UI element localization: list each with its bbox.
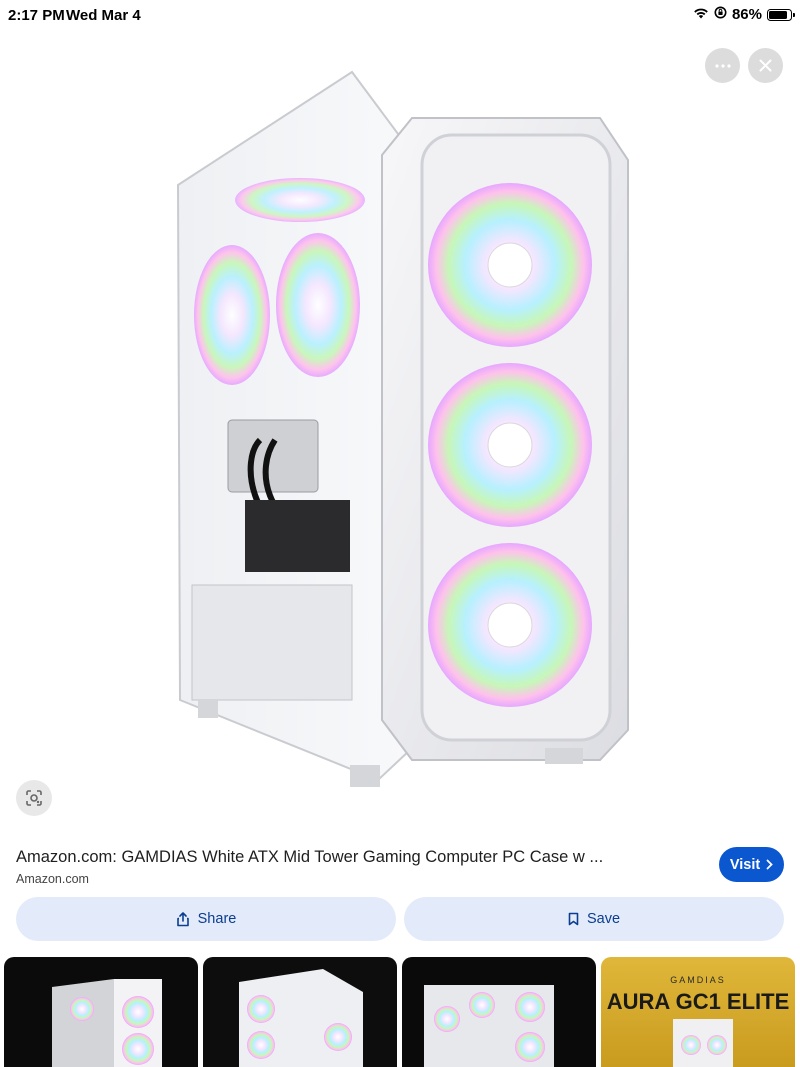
pc-case-thumbnail (239, 969, 363, 1067)
wifi-icon (693, 6, 709, 23)
related-image-thumbnail[interactable] (4, 957, 198, 1067)
status-bar: 2:17 PM Wed Mar 4 86% (0, 0, 800, 32)
status-time: 2:17 PM (8, 7, 65, 24)
pc-case-thumbnail (673, 1019, 733, 1067)
orientation-lock-icon (714, 6, 727, 23)
status-indicators: 86% (693, 6, 795, 23)
close-button[interactable] (748, 48, 783, 83)
close-icon (759, 59, 772, 72)
related-images-row: GAMDIAS AURA GC1 ELITE (4, 957, 800, 1067)
front-fans (428, 183, 592, 707)
pc-case-thumbnail (52, 979, 162, 1067)
case-foot (198, 700, 218, 718)
share-icon (176, 911, 189, 926)
battery-icon (767, 8, 795, 21)
status-date: Wed Mar 4 (66, 7, 141, 24)
visit-label: Visit (729, 856, 761, 873)
expansion-slots (245, 500, 350, 572)
result-title-link[interactable]: Amazon.com: GAMDIAS White ATX Mid Tower … (16, 848, 696, 867)
related-image-thumbnail[interactable] (203, 957, 397, 1067)
save-button[interactable]: Save (404, 897, 784, 941)
product-image[interactable] (150, 60, 650, 800)
lens-search-icon (26, 790, 42, 806)
pc-case-thumbnail (424, 985, 554, 1067)
related-image-thumbnail[interactable] (402, 957, 596, 1067)
share-label: Share (197, 911, 237, 927)
case-foot (350, 765, 380, 787)
related-image-thumbnail[interactable]: GAMDIAS AURA GC1 ELITE (601, 957, 795, 1067)
lens-search-button[interactable] (16, 780, 52, 816)
battery-nub (793, 12, 795, 17)
result-source: Amazon.com (16, 872, 89, 886)
battery-fill (769, 10, 788, 19)
chevron-right-icon (766, 859, 773, 870)
share-button[interactable]: Share (16, 897, 396, 941)
case-foot (545, 748, 583, 764)
more-horizontal-icon (714, 63, 731, 68)
interior-cooler (227, 419, 319, 493)
visit-button[interactable]: Visit (719, 847, 784, 882)
save-label: Save (586, 911, 621, 927)
battery-percent: 86% (731, 6, 762, 23)
psu-shroud (191, 584, 353, 701)
bookmark-icon (568, 912, 579, 926)
more-options-button[interactable] (705, 48, 740, 83)
